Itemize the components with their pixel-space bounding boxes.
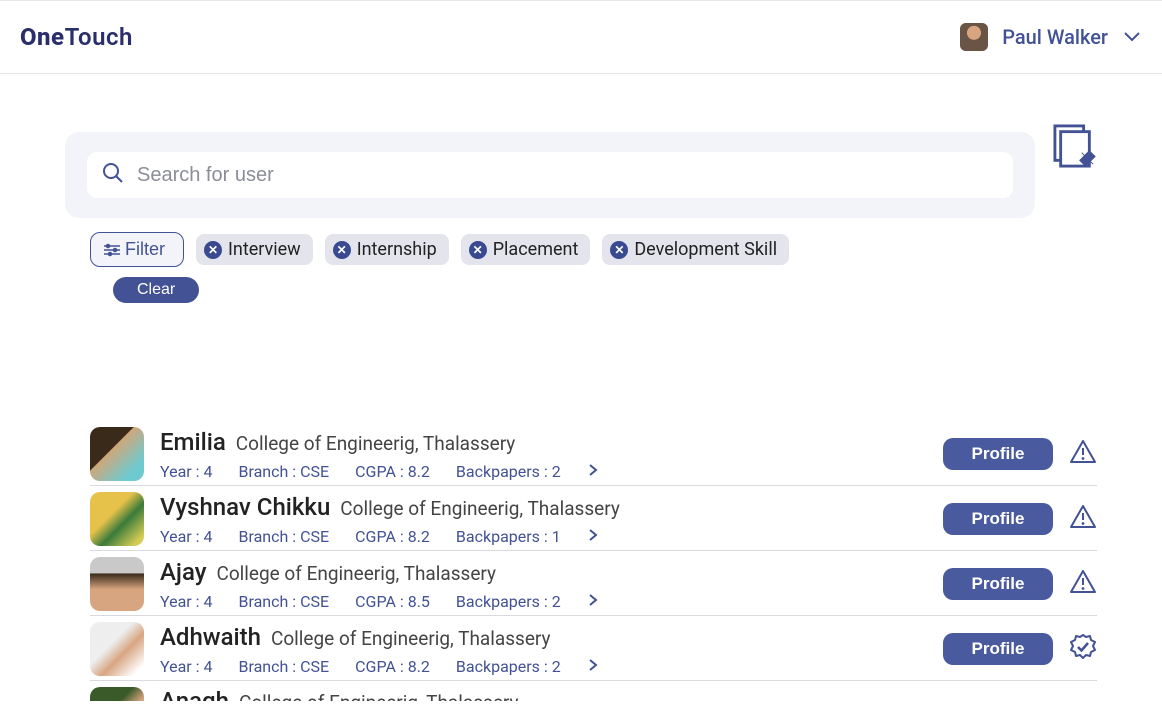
user-avatar <box>90 687 144 701</box>
filter-chip: ✕ Interview <box>196 234 313 265</box>
warning-icon <box>1069 568 1097 600</box>
profile-button[interactable]: Profile <box>943 633 1053 665</box>
verified-icon <box>1069 633 1097 665</box>
user-row: Anagh College of Engineerig, Thalassery <box>90 681 1097 701</box>
user-cgpa: CGPA : 8.2 <box>355 462 430 481</box>
user-row: Emilia College of Engineerig, Thalassery Y… <box>90 421 1097 486</box>
user-backpapers: Backpapers : 2 <box>456 657 561 676</box>
notes-icon[interactable] <box>1053 123 1097 169</box>
filter-chip: ✕ Internship <box>325 234 449 265</box>
user-name: Adhwaith <box>160 623 261 651</box>
chip-remove-icon[interactable]: ✕ <box>469 241 487 259</box>
brand-bold: One <box>20 23 65 51</box>
user-row: Adhwaith College of Engineerig, Thalasser… <box>90 616 1097 681</box>
chevron-right-icon[interactable] <box>587 592 599 611</box>
brand-rest: Touch <box>65 23 133 51</box>
user-cgpa: CGPA : 8.2 <box>355 657 430 676</box>
user-year: Year : 4 <box>160 462 213 481</box>
chip-remove-icon[interactable]: ✕ <box>610 241 628 259</box>
chevron-right-icon[interactable] <box>587 527 599 546</box>
header: OneTouch Paul Walker <box>0 0 1162 74</box>
user-avatar <box>90 427 144 481</box>
profile-button[interactable]: Profile <box>943 438 1053 470</box>
user-branch: Branch : CSE <box>239 592 330 611</box>
search-field[interactable] <box>87 152 1013 198</box>
user-college: College of Engineerig, Thalassery <box>271 627 551 650</box>
user-row: Ajay College of Engineerig, ThalasseryYea… <box>90 551 1097 616</box>
user-backpapers: Backpapers : 2 <box>456 592 561 611</box>
chevron-right-icon[interactable] <box>587 657 599 676</box>
user-menu[interactable]: Paul Walker <box>960 23 1142 51</box>
chip-remove-icon[interactable]: ✕ <box>204 241 222 259</box>
user-info: Ajay College of Engineerig, ThalasseryYea… <box>160 558 927 611</box>
results-list: EmiliaCollege of Engineerig, ThalasseryY… <box>65 421 1097 701</box>
user-name: Ajay <box>160 558 206 586</box>
user-info: Anagh College of Engineerig, Thalassery <box>160 687 1097 701</box>
search-icon <box>101 161 125 189</box>
filters-row: Filter ✕ Interview ✕ Internship ✕ Placement ✕ D… <box>65 232 1097 267</box>
user-year: Year : 4 <box>160 592 213 611</box>
filter-label: Filter <box>125 239 165 260</box>
chip-label: Development Skill <box>634 239 777 260</box>
user-college: College of Engineerig, Thalassery <box>216 562 496 585</box>
search-container <box>65 132 1035 218</box>
user-branch: Branch : CSE <box>239 462 330 481</box>
user-name: Emilia <box>160 428 226 456</box>
filter-button[interactable]: Filter <box>90 232 184 267</box>
user-cgpa: CGPA : 8.2 <box>355 527 430 546</box>
warning-icon <box>1069 503 1097 535</box>
chevron-down-icon <box>1122 28 1142 47</box>
user-backpapers: Backpapers : 2 <box>456 462 561 481</box>
user-avatar <box>90 557 144 611</box>
user-backpapers: Backpapers : 1 <box>456 527 561 546</box>
chip-label: Placement <box>493 239 579 260</box>
user-year: Year : 4 <box>160 657 213 676</box>
brand-logo: OneTouch <box>20 23 133 51</box>
filter-chip: ✕ Placement <box>461 234 591 265</box>
user-college: College of Engineerig, Thalassery <box>340 497 620 520</box>
chevron-right-icon[interactable] <box>587 462 599 481</box>
user-year: Year : 4 <box>160 527 213 546</box>
user-info: Vyshnav Chikku College of Engineerig, Tha… <box>160 493 927 546</box>
user-college: College of Engineerig, Thalassery <box>236 432 516 455</box>
warning-icon <box>1069 438 1097 470</box>
user-avatar <box>90 622 144 676</box>
profile-button[interactable]: Profile <box>943 568 1053 600</box>
user-info: Emilia College of Engineerig, Thalassery Y… <box>160 428 927 481</box>
user-name: Anagh <box>160 687 229 701</box>
chip-remove-icon[interactable]: ✕ <box>333 241 351 259</box>
clear-button[interactable]: Clear <box>113 277 199 303</box>
profile-button[interactable]: Profile <box>943 503 1053 535</box>
username-label: Paul Walker <box>1002 25 1108 49</box>
search-input[interactable] <box>137 164 999 187</box>
chip-label: Interview <box>228 239 301 260</box>
user-row: Vyshnav Chikku College of Engineerig, Tha… <box>90 486 1097 551</box>
user-cgpa: CGPA : 8.5 <box>355 592 430 611</box>
user-branch: Branch : CSE <box>239 527 330 546</box>
avatar <box>960 23 988 51</box>
user-branch: Branch : CSE <box>239 657 330 676</box>
filter-chip: ✕ Development Skill <box>602 234 789 265</box>
user-college: College of Engineerig, Thalassery <box>239 691 519 701</box>
chip-label: Internship <box>357 239 437 260</box>
user-name: Vyshnav Chikku <box>160 493 330 521</box>
user-info: Adhwaith College of Engineerig, Thalasser… <box>160 623 927 676</box>
user-avatar <box>90 492 144 546</box>
